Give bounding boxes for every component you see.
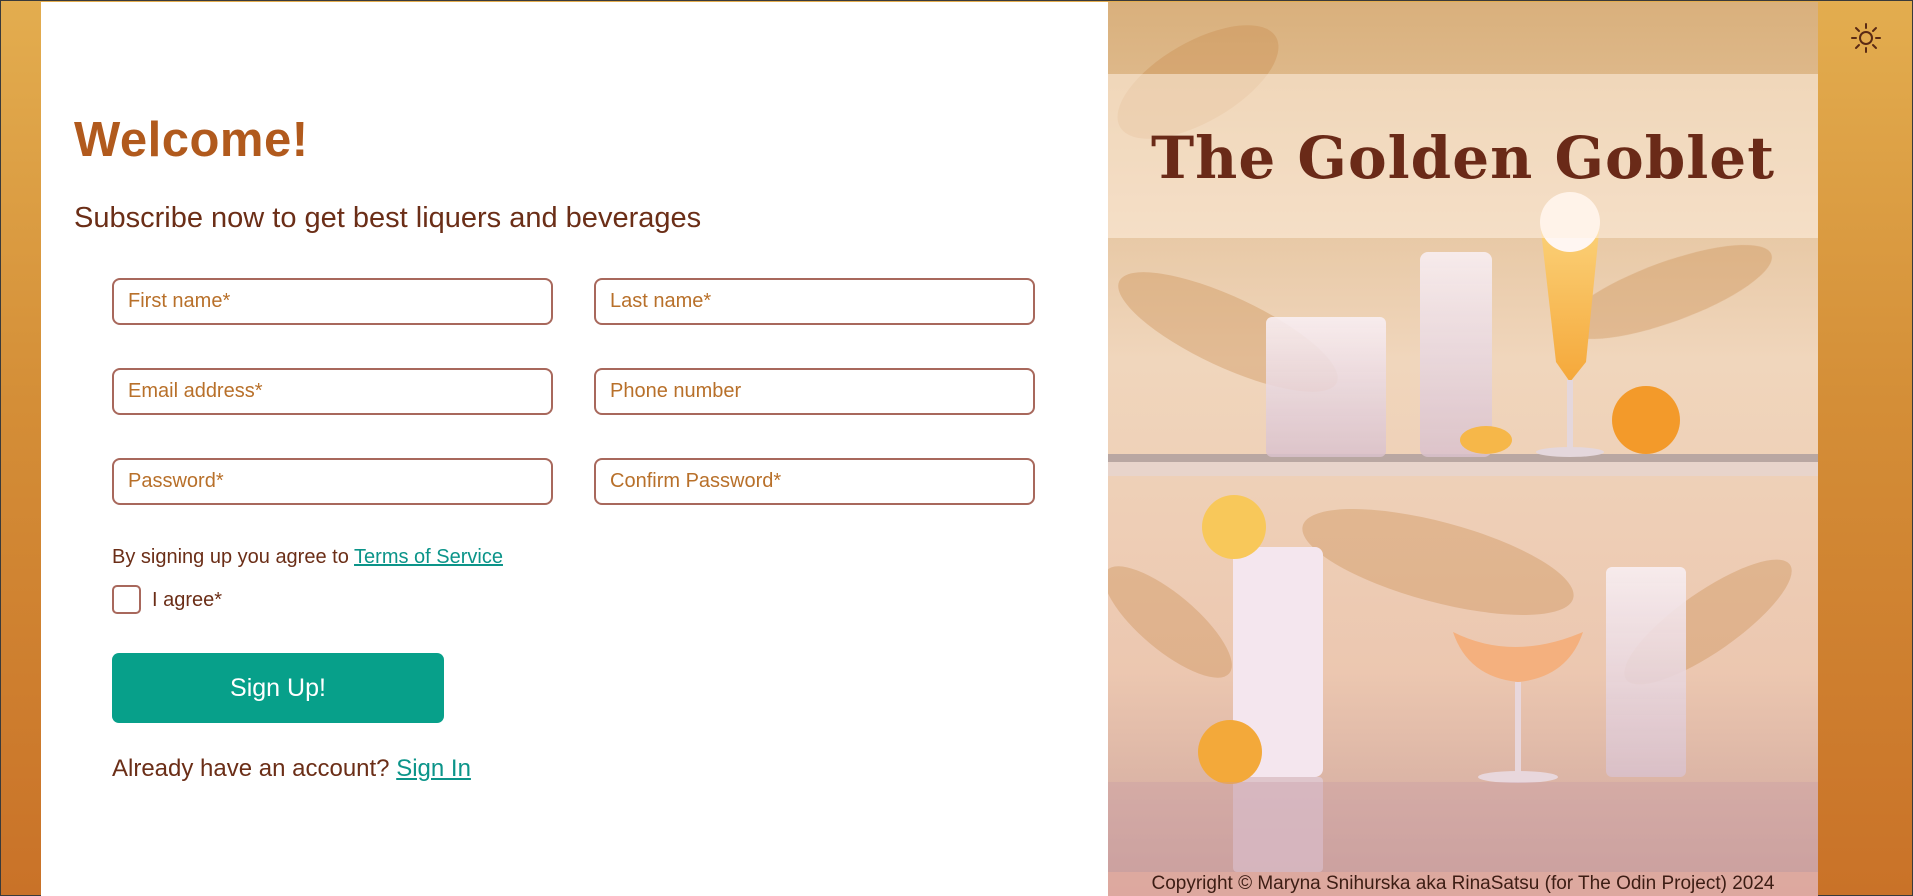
sign-up-button[interactable]: Sign Up! (112, 653, 444, 723)
password-input[interactable] (112, 458, 553, 505)
page-subtitle: Subscribe now to get best liquers and be… (74, 202, 702, 234)
brand-title: The Golden Goblet (1151, 124, 1775, 192)
terms-notice: By signing up you agree to Terms of Serv… (112, 546, 503, 569)
copyright-text: Copyright © Maryna Snihurska aka RinaSat… (1151, 873, 1775, 894)
agree-checkbox[interactable] (112, 585, 141, 614)
confirm-password-input[interactable] (594, 458, 1035, 505)
first-name-input[interactable] (112, 278, 553, 325)
agree-label: I agree* (152, 589, 223, 611)
terms-of-service-link[interactable]: Terms of Service (354, 546, 503, 568)
sun-icon (1851, 23, 1881, 53)
page-title: Welcome! (74, 113, 309, 167)
signin-prompt: Already have an account? Sign In (112, 755, 471, 783)
signup-form-panel: Welcome! Subscribe now to get best lique… (41, 2, 1108, 896)
hero-image-panel: The Golden Goblet Copyright © Maryna Sni… (1108, 2, 1818, 896)
theme-toggle-button[interactable] (1850, 22, 1882, 54)
last-name-input[interactable] (594, 278, 1035, 325)
sign-in-link[interactable]: Sign In (396, 755, 471, 782)
signin-prompt-text: Already have an account? (112, 755, 397, 782)
phone-input[interactable] (594, 368, 1035, 415)
email-input[interactable] (112, 368, 553, 415)
terms-text: By signing up you agree to (112, 546, 355, 568)
